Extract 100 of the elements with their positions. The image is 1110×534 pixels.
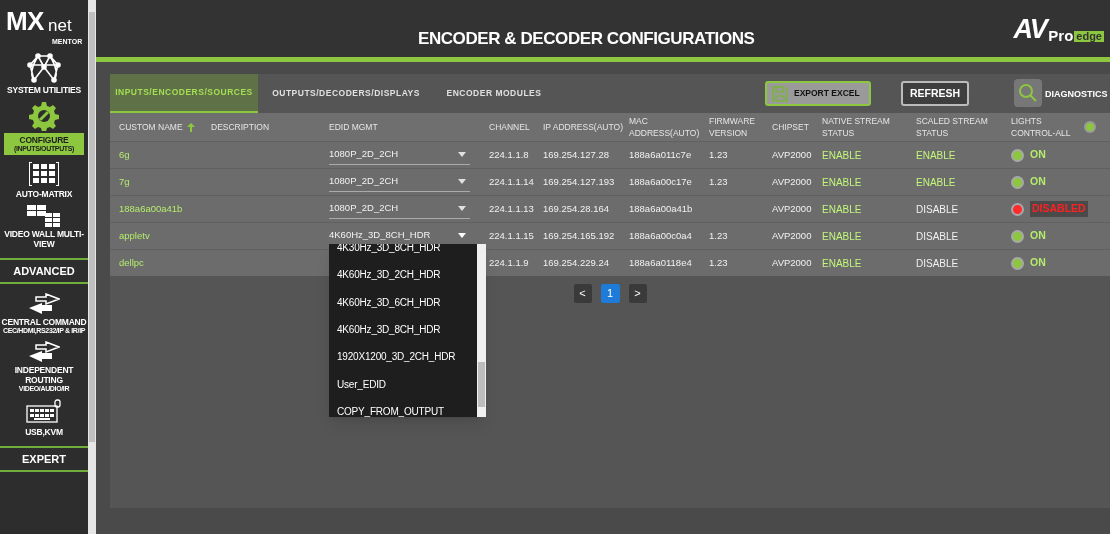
status-text: DISABLE <box>916 202 960 217</box>
light-status: ON <box>1030 255 1046 271</box>
page-title: ENCODER & DECODER CONFIGURATIONS <box>418 28 755 50</box>
column-header[interactable]: DESCRIPTION <box>211 121 274 133</box>
status-text: ENABLE <box>916 175 957 190</box>
column-header[interactable]: CUSTOM NAME <box>119 121 187 133</box>
table-cell-text: 188a6a0118e4 <box>629 255 693 270</box>
table-cell-text: 6g <box>119 147 131 162</box>
light-status: ON <box>1030 174 1046 190</box>
status-text: ENABLE <box>916 148 957 163</box>
edid-dropdown[interactable]: 1080P_2D_2CH <box>329 172 470 192</box>
logo-text: net <box>48 17 72 34</box>
next-page-button[interactable]: > <box>628 284 647 303</box>
gear-icon <box>29 101 59 131</box>
status-text: ENABLE <box>822 148 863 163</box>
sidebar-item[interactable]: SYSTEM UTILITIES <box>1 85 87 95</box>
column-header[interactable]: MAC ADDRESS(AUTO) <box>629 115 709 139</box>
refresh-button[interactable]: REFRESH <box>901 81 969 106</box>
dropdown-option[interactable]: COPY_FROM_OUTPUT <box>329 397 477 417</box>
table-cell-text: 1.23 <box>709 174 729 189</box>
column-header[interactable]: CHIPSET <box>772 121 813 133</box>
column-header[interactable]: CHANNEL <box>489 121 534 133</box>
column-header[interactable]: FIRMWARE VERSION <box>709 115 772 139</box>
table-cell-text: dellpc <box>119 255 145 270</box>
table-cell-text: 224.1.1.14 <box>489 174 535 189</box>
dropdown-option[interactable]: 4K30Hz_3D_8CH_HDR <box>329 244 477 262</box>
table-cell-text: 224.1.1.9 <box>489 255 530 270</box>
brand-text: edge <box>1074 31 1104 42</box>
light-toggle[interactable] <box>1011 229 1024 243</box>
floppy-icon <box>771 84 789 103</box>
brand-text: AV <box>1013 16 1047 43</box>
arrows-icon <box>28 293 60 315</box>
light-status: ON <box>1030 147 1046 163</box>
scrollbar[interactable] <box>88 0 96 534</box>
tab[interactable]: INPUTS/ENCODERS/SOURCES <box>110 74 258 113</box>
sidebar-item[interactable]: USB,KVM <box>1 427 87 437</box>
table-cell-text: 224.1.1.15 <box>489 228 535 243</box>
diagnostics-button[interactable] <box>1014 79 1042 107</box>
keyboard-icon <box>26 399 62 425</box>
sort-arrow-icon <box>186 122 195 132</box>
table-cell-text: 169.254.229.24 <box>543 255 611 270</box>
caret-icon <box>458 152 466 157</box>
table-cell-text: 188a6a00c17e <box>629 174 693 189</box>
grid-icon <box>28 161 60 187</box>
status-text: ENABLE <box>822 256 863 271</box>
table-cell-text: 188a6a00a41b <box>629 201 694 216</box>
table-cell-text: 7g <box>119 174 131 189</box>
table-cell-text: AVP2000 <box>772 147 813 162</box>
menu-scrollbar[interactable] <box>477 244 486 417</box>
table-cell-text: 169.254.28.164 <box>543 201 611 216</box>
table-cell-text: 1.23 <box>709 228 729 243</box>
arrows-icon <box>28 341 60 363</box>
table-cell-text: 1.23 <box>709 147 729 162</box>
tab[interactable]: ENCODER MODULES <box>434 74 554 113</box>
dropdown-option[interactable]: User_EDID <box>329 370 477 398</box>
export-button[interactable]: EXPORT EXCEL <box>765 81 871 106</box>
status-text: ENABLE <box>822 175 863 190</box>
status-text: DISABLE <box>916 256 960 271</box>
diagnostics-label: DIAGNOSTICS <box>1045 88 1108 101</box>
logo-text: MX <box>6 8 44 34</box>
column-header[interactable]: IP ADDRESS(AUTO) <box>543 121 627 133</box>
sidebar-item[interactable]: VIDEO WALL MULTI-VIEW <box>1 229 87 249</box>
status-text: DISABLE <box>916 229 960 244</box>
edid-dropdown[interactable]: 1080P_2D_2CH <box>329 145 470 165</box>
table-cell-text: AVP2000 <box>772 174 813 189</box>
light-toggle[interactable] <box>1011 175 1024 189</box>
light-toggle[interactable] <box>1084 121 1096 133</box>
light-toggle[interactable] <box>1011 148 1024 162</box>
light-status: DISABLED <box>1030 201 1088 217</box>
column-header[interactable]: NATIVE STREAM STATUS <box>822 115 916 139</box>
table-cell-text: 188a6a00a41b <box>119 201 184 216</box>
edid-dropdown[interactable]: 1080P_2D_2CH <box>329 199 470 219</box>
dropdown-option[interactable]: 4K60Hz_3D_6CH_HDR <box>329 288 477 316</box>
table-cell-text: AVP2000 <box>772 228 813 243</box>
table-cell-text: AVP2000 <box>772 255 813 270</box>
caret-icon <box>458 206 466 211</box>
table-cell-text: AVP2000 <box>772 201 813 216</box>
light-toggle[interactable] <box>1011 202 1024 216</box>
table-cell-text: 169.254.165.192 <box>543 228 616 243</box>
video-wall-icon <box>27 205 61 227</box>
sidebar-item[interactable]: AUTO-MATRIX <box>1 189 87 199</box>
column-header[interactable]: EDID MGMT <box>329 121 382 133</box>
light-toggle[interactable] <box>1011 256 1024 270</box>
table-cell-text: 169.254.127.28 <box>543 147 611 162</box>
page-button[interactable]: 1 <box>600 284 620 303</box>
table-cell-text: 188a6a011c7e <box>629 147 693 162</box>
table-cell-text: 224.1.1.8 <box>489 147 530 162</box>
column-header[interactable]: LIGHTS CONTROL-ALL <box>1011 115 1083 139</box>
previous-page-button[interactable]: < <box>573 284 592 303</box>
table-cell-text: 224.1.1.13 <box>489 201 535 216</box>
tab[interactable]: OUTPUTS/DECODERS/DISPLAYS <box>258 74 434 113</box>
table-cell-text: 1.23 <box>709 255 729 270</box>
network-icon <box>26 53 62 83</box>
magnifier-icon <box>1018 83 1038 103</box>
dropdown-option[interactable]: 4K60Hz_3D_2CH_HDR <box>329 261 477 289</box>
dropdown-option[interactable]: 1920X1200_3D_2CH_HDR <box>329 343 477 371</box>
column-header[interactable]: SCALED STREAM STATUS <box>916 115 1011 139</box>
caret-icon <box>458 233 466 238</box>
dropdown-option[interactable]: 4K60Hz_3D_8CH_HDR <box>329 315 477 344</box>
brand-text: Pro <box>1048 28 1074 43</box>
